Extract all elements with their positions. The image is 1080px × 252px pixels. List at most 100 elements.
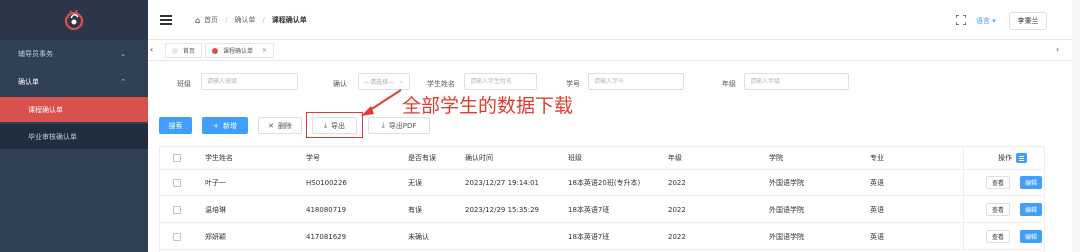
sidebar: 辅导员事务 ⌄ 确认单 ⌃ 课程确认单 毕业审核确认单 bbox=[0, 0, 148, 252]
student-name-label: 学生姓名 bbox=[427, 80, 455, 88]
column-header: 确认时间 bbox=[465, 154, 493, 162]
select-all-checkbox[interactable] bbox=[173, 147, 181, 169]
breadcrumb-current: 课程确认单 bbox=[271, 16, 307, 24]
edit-button[interactable]: 编辑 bbox=[1020, 230, 1042, 243]
breadcrumb-separator: / bbox=[262, 16, 265, 24]
delete-button[interactable]: ✕ 删除 bbox=[258, 117, 302, 134]
edit-button[interactable]: 编辑 bbox=[1020, 203, 1042, 216]
grade-label: 年级 bbox=[722, 80, 736, 88]
tab-status-dot bbox=[212, 47, 218, 54]
cell-time: 2023/12/29 15:35:29 bbox=[465, 205, 540, 214]
cell-class: 18本英语7班 bbox=[568, 205, 610, 214]
class-input[interactable] bbox=[201, 73, 298, 90]
cell-class: 18本英语7班 bbox=[568, 232, 610, 241]
chevron-down-icon: ⌄ bbox=[398, 78, 404, 85]
page-scrollbar[interactable] bbox=[1072, 0, 1080, 252]
language-label: 语言 bbox=[976, 17, 990, 25]
tab-home[interactable]: 首页 bbox=[165, 43, 203, 58]
delete-button-label: 删除 bbox=[277, 121, 292, 130]
tab-label: 首页 bbox=[183, 48, 196, 55]
cell-name: 温培琳 bbox=[205, 205, 226, 214]
view-button[interactable]: 查看 bbox=[986, 176, 1010, 189]
student-table: 学生姓名 学号 是否有误 确认时间 班级 年级 学院 专业 操作 叶子一 HS0… bbox=[159, 146, 1045, 252]
sidebar-item-label: 确认单 bbox=[18, 78, 39, 86]
breadcrumb-separator: / bbox=[225, 16, 228, 24]
view-button[interactable]: 查看 bbox=[986, 230, 1010, 243]
tab-bar: ‹ 首页 课程确认单 ✕ › bbox=[148, 40, 1080, 61]
sidebar-item-graduation-audit[interactable]: 毕业审核确认单 bbox=[0, 124, 148, 149]
student-id-input[interactable] bbox=[588, 73, 684, 90]
annotation-arrow bbox=[361, 89, 402, 116]
cell-college: 外国语学院 bbox=[769, 178, 804, 187]
confirm-select-value: —请选择— bbox=[364, 79, 395, 86]
tab-scroll-left-icon[interactable]: ‹ bbox=[150, 45, 153, 54]
view-button[interactable]: 查看 bbox=[986, 203, 1010, 216]
annotation-text: 全部学生的数据下载 bbox=[402, 95, 574, 117]
column-header: 是否有误 bbox=[408, 154, 436, 162]
breadcrumb-level2[interactable]: 确认单 bbox=[234, 15, 255, 25]
cell-error: 有误 bbox=[408, 205, 422, 214]
cell-id: 417081629 bbox=[306, 232, 347, 241]
view-button-cell: 查看 bbox=[986, 224, 1010, 249]
language-dropdown[interactable]: 语言 ▾ bbox=[976, 16, 996, 26]
cell-name: 叶子一 bbox=[205, 178, 226, 187]
student-name-input-field[interactable] bbox=[470, 78, 531, 85]
caret-down-icon: ▾ bbox=[992, 17, 996, 25]
app-root: 辅导员事务 ⌄ 确认单 ⌃ 课程确认单 毕业审核确认单 ⌂ 首页 / 确认单 /… bbox=[0, 0, 1080, 252]
user-menu-button[interactable]: 李秉兰 bbox=[1009, 12, 1047, 30]
fullscreen-icon[interactable] bbox=[956, 15, 966, 25]
class-input-field[interactable] bbox=[207, 78, 292, 85]
cell-major: 英语 bbox=[870, 178, 884, 187]
sidebar-item-label: 辅导员事务 bbox=[18, 50, 53, 58]
sidebar-item-confirmation[interactable]: 确认单 ⌃ bbox=[0, 71, 148, 93]
row-checkbox[interactable] bbox=[173, 170, 181, 195]
cell-name: 郑妍颖 bbox=[205, 232, 226, 241]
cell-error: 未确认 bbox=[408, 232, 429, 241]
plus-icon: + bbox=[213, 121, 219, 130]
cell-class: 18本英语20班(专升本) bbox=[568, 178, 641, 187]
sidebar-item-counselor[interactable]: 辅导员事务 ⌄ bbox=[0, 43, 148, 65]
table-row: 郑妍颖 417081629 未确认 18本英语7班 2022 外国语学院 英语 … bbox=[160, 224, 1044, 250]
edit-button-cell: 编辑 bbox=[1020, 197, 1042, 222]
logo-icon bbox=[64, 9, 84, 31]
operation-column-divider bbox=[963, 147, 964, 252]
student-name-input[interactable] bbox=[464, 73, 537, 90]
tab-status-dot bbox=[172, 47, 178, 54]
hamburger-menu-icon[interactable] bbox=[160, 15, 172, 25]
cell-grade: 2022 bbox=[668, 205, 686, 214]
view-button-cell: 查看 bbox=[986, 197, 1010, 222]
grade-input[interactable] bbox=[744, 73, 849, 90]
cell-time: 2023/12/27 19:14:01 bbox=[465, 178, 540, 187]
row-checkbox[interactable] bbox=[173, 224, 181, 249]
grade-input-field[interactable] bbox=[750, 78, 843, 85]
add-button[interactable]: + 新增 bbox=[202, 117, 248, 134]
student-id-input-field[interactable] bbox=[594, 78, 678, 85]
download-icon: ⤓ bbox=[381, 121, 385, 129]
row-checkbox[interactable] bbox=[173, 197, 181, 222]
tab-course-confirmation[interactable]: 课程确认单 ✕ bbox=[205, 43, 275, 58]
column-header: 学号 bbox=[306, 154, 320, 162]
column-menu-icon[interactable] bbox=[1016, 153, 1027, 163]
cell-id: 418080719 bbox=[306, 205, 347, 214]
tab-scroll-right-icon[interactable]: › bbox=[1056, 45, 1059, 54]
edit-button-cell: 编辑 bbox=[1020, 170, 1042, 195]
cell-college: 外国语学院 bbox=[769, 232, 804, 241]
column-header: 操作 bbox=[998, 154, 1012, 162]
search-button[interactable]: 搜索 bbox=[159, 117, 192, 134]
edit-button[interactable]: 编辑 bbox=[1020, 176, 1042, 189]
close-icon[interactable]: ✕ bbox=[262, 47, 267, 54]
column-header: 班级 bbox=[568, 154, 582, 162]
cell-major: 英语 bbox=[870, 205, 884, 214]
edit-button-cell: 编辑 bbox=[1020, 224, 1042, 249]
cell-major: 英语 bbox=[870, 232, 884, 241]
column-header: 学院 bbox=[769, 154, 783, 162]
cell-college: 外国语学院 bbox=[769, 205, 804, 214]
cell-grade: 2022 bbox=[668, 232, 686, 241]
sidebar-item-course-confirmation[interactable]: 课程确认单 bbox=[0, 97, 148, 122]
cell-grade: 2022 bbox=[668, 178, 686, 187]
breadcrumb-home[interactable]: 首页 bbox=[204, 15, 218, 25]
app-logo[interactable] bbox=[0, 0, 148, 40]
table-row: 温培琳 418080719 有误 2023/12/29 15:35:29 18本… bbox=[160, 197, 1044, 223]
chevron-up-icon: ⌃ bbox=[120, 78, 126, 86]
class-label: 班级 bbox=[177, 80, 191, 88]
